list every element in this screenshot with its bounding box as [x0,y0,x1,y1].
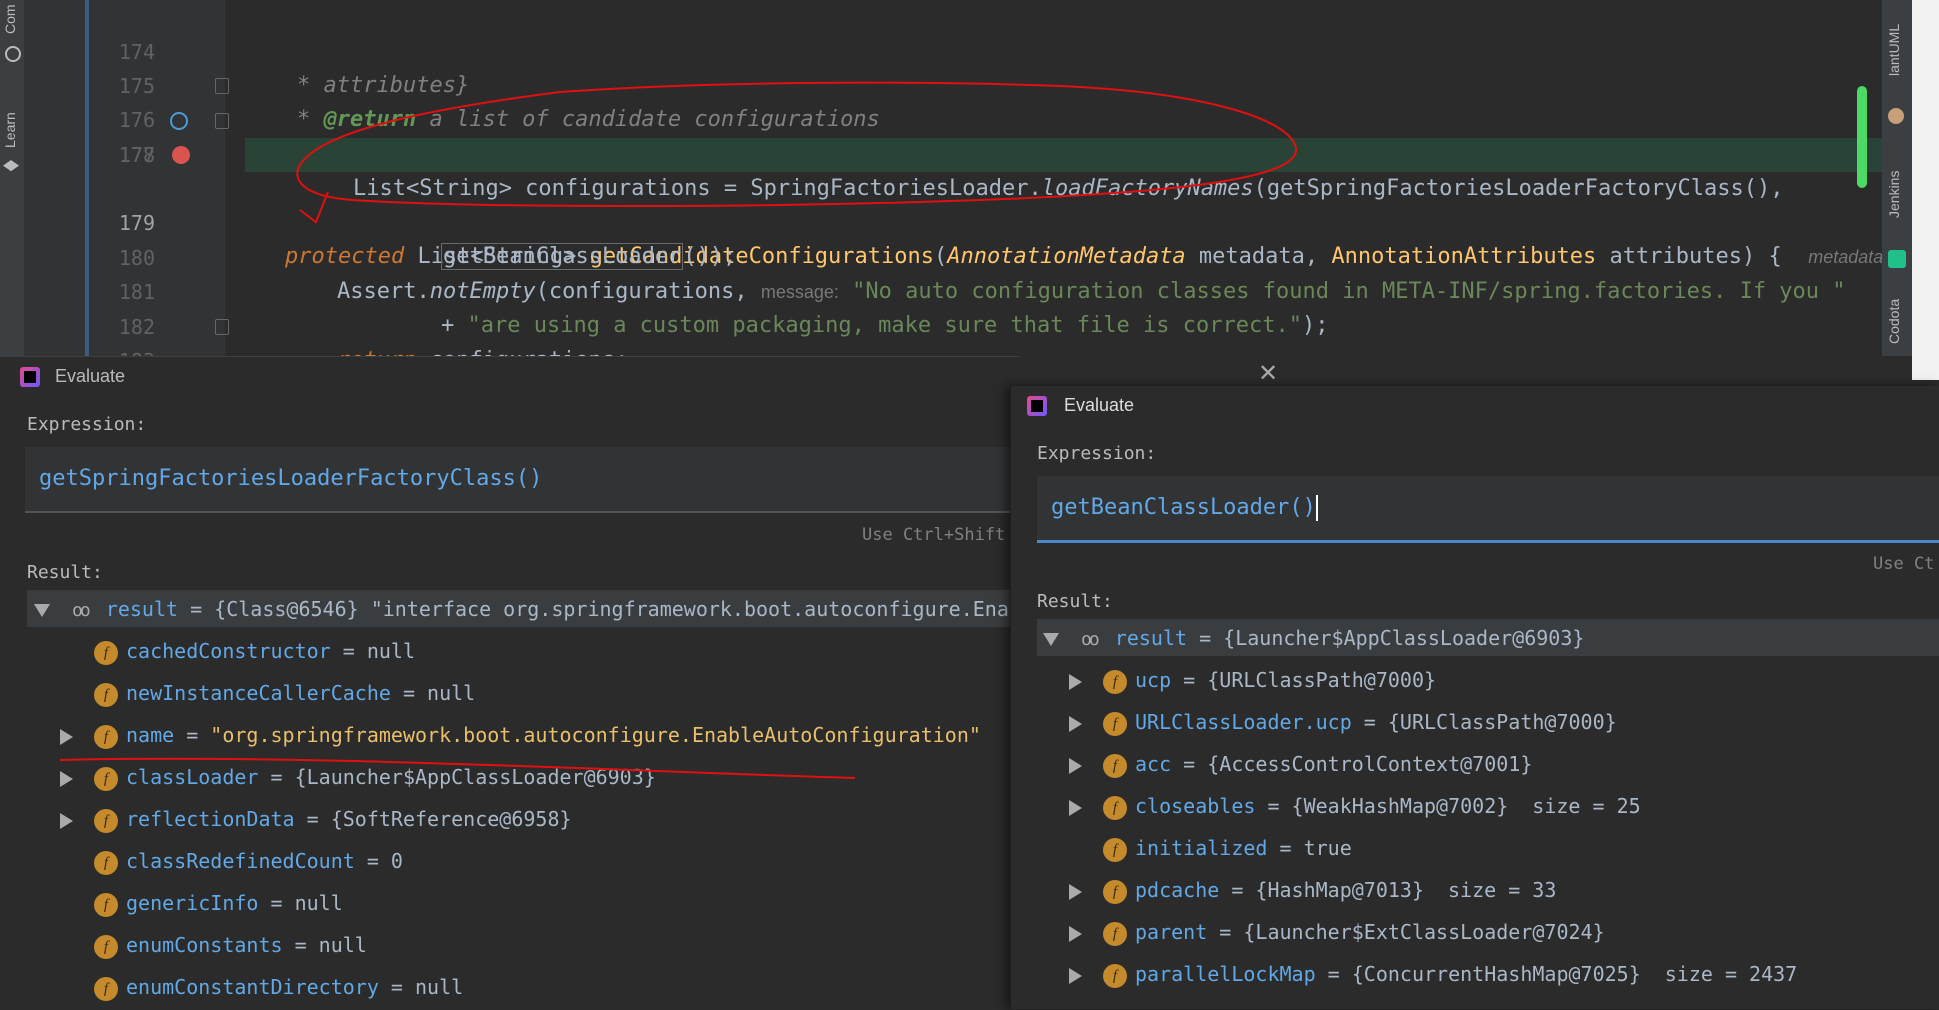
annotation-underline [59,757,856,779]
red-annotation-overlay [59,81,1298,779]
annotation-ellipse [296,81,1298,207]
